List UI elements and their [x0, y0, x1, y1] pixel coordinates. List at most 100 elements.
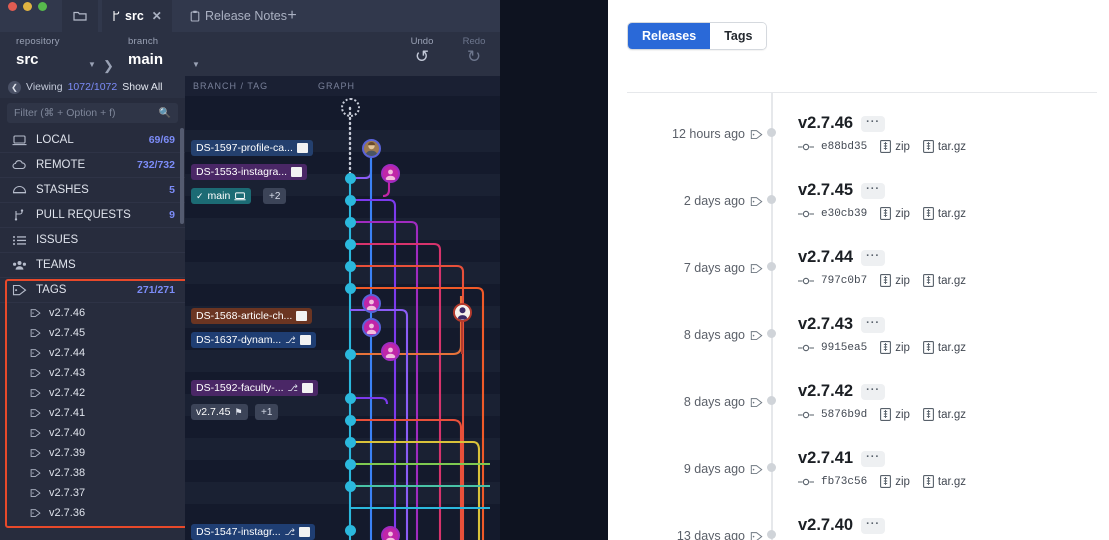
- sidebar-item-remote[interactable]: REMOTE 732/732: [0, 153, 185, 178]
- release-title[interactable]: v2.7.43 ···: [798, 315, 886, 334]
- commit-node[interactable]: [344, 348, 356, 360]
- tab-releases[interactable]: Releases: [628, 23, 711, 49]
- graph-branch-chip[interactable]: DS-1568-article-ch...: [191, 308, 313, 324]
- commit-node[interactable]: [344, 524, 356, 536]
- release-asset-tar-gz[interactable]: tar.gz: [922, 475, 966, 488]
- release-title[interactable]: v2.7.45 ···: [798, 181, 886, 200]
- commit-avatar-node[interactable]: [362, 294, 381, 313]
- release-commit-hash[interactable]: 9915ea5: [821, 342, 867, 354]
- sidebar-item-pull-requests[interactable]: PULL REQUESTS 9: [0, 203, 185, 228]
- commit-node[interactable]: [344, 172, 356, 184]
- release-asset-tar-gz[interactable]: tar.gz: [922, 207, 966, 220]
- release-more-button[interactable]: ···: [861, 115, 886, 132]
- commit-avatar-node[interactable]: [362, 139, 381, 158]
- sidebar-scrollbar[interactable]: [180, 128, 184, 224]
- commit-node[interactable]: [344, 480, 356, 492]
- release-title[interactable]: v2.7.41 ···: [798, 449, 886, 468]
- commit-avatar-node[interactable]: [381, 342, 400, 361]
- release-title[interactable]: v2.7.46 ···: [798, 114, 886, 133]
- sidebar-tag-item[interactable]: v2.7.39: [0, 443, 185, 463]
- sidebar-item-stashes[interactable]: STASHES 5: [0, 178, 185, 203]
- graph-branch-chip[interactable]: DS-1597-profile-ca...: [191, 140, 313, 156]
- graph-branch-chip[interactable]: ✓ main: [191, 188, 252, 204]
- release-title[interactable]: v2.7.44 ···: [798, 248, 886, 267]
- release-asset-zip[interactable]: zip: [880, 475, 910, 488]
- close-icon[interactable]: ✕: [152, 9, 162, 23]
- sidebar-tag-item[interactable]: v2.7.45: [0, 323, 185, 343]
- undo-button[interactable]: Undo ↺: [404, 36, 440, 67]
- release-commit-hash[interactable]: e88bd35: [821, 141, 867, 153]
- graph-branch-chip[interactable]: DS-1637-dynam... ⎇: [191, 332, 316, 348]
- release-commit-hash[interactable]: e30cb39: [821, 208, 867, 220]
- graph-extra-refs-badge[interactable]: +2: [263, 188, 287, 204]
- graph-branch-chip[interactable]: DS-1547-instagr... ⎇: [191, 524, 316, 540]
- commit-node[interactable]: [344, 238, 356, 250]
- release-more-button[interactable]: ···: [861, 182, 886, 199]
- branch-chevron-down-icon[interactable]: ▼: [192, 60, 200, 69]
- sidebar-tag-item[interactable]: v2.7.38: [0, 463, 185, 483]
- pending-commit-node[interactable]: [341, 98, 360, 117]
- release-more-button[interactable]: ···: [861, 249, 886, 266]
- repository-chevron-down-icon[interactable]: ▼: [88, 60, 96, 69]
- release-more-button[interactable]: ···: [861, 450, 886, 467]
- sidebar-item-teams[interactable]: TEAMS: [0, 253, 185, 278]
- release-commit-hash[interactable]: 5876b9d: [821, 409, 867, 421]
- sidebar-tag-item[interactable]: v2.7.46: [0, 303, 185, 323]
- sidebar-tag-item[interactable]: v2.7.36: [0, 503, 185, 523]
- sidebar-tag-item[interactable]: v2.7.42: [0, 383, 185, 403]
- commit-avatar-node[interactable]: [362, 318, 381, 337]
- sidebar-item-local[interactable]: LOCAL 69/69: [0, 128, 185, 153]
- release-asset-zip[interactable]: zip: [880, 274, 910, 287]
- filter-input[interactable]: Filter (⌘ + Option + f) 🔍: [7, 103, 178, 123]
- commit-node[interactable]: [344, 216, 356, 228]
- graph-branch-chip[interactable]: DS-1592-faculty-... ⎇: [191, 380, 318, 396]
- tab-src[interactable]: src ✕: [102, 0, 172, 32]
- release-asset-zip[interactable]: zip: [880, 341, 910, 354]
- minimize-window-icon[interactable]: [23, 2, 32, 11]
- commit-avatar-node[interactable]: [381, 526, 400, 540]
- release-asset-tar-gz[interactable]: tar.gz: [922, 274, 966, 287]
- commit-node[interactable]: [344, 458, 356, 470]
- show-all-button[interactable]: Show All: [122, 81, 162, 93]
- search-icon[interactable]: 🔍: [159, 108, 171, 119]
- window-controls[interactable]: [8, 2, 47, 11]
- commit-node[interactable]: [344, 260, 356, 272]
- sidebar-tag-item[interactable]: v2.7.43: [0, 363, 185, 383]
- sidebar-tag-item[interactable]: v2.7.40: [0, 423, 185, 443]
- back-icon[interactable]: ❮: [8, 80, 21, 94]
- release-commit-hash[interactable]: 797c0b7: [821, 275, 867, 287]
- release-asset-zip[interactable]: zip: [880, 140, 910, 153]
- release-title[interactable]: v2.7.40 ···: [798, 516, 886, 535]
- release-more-button[interactable]: ···: [861, 383, 886, 400]
- release-asset-tar-gz[interactable]: tar.gz: [922, 140, 966, 153]
- redo-button[interactable]: Redo ↻: [456, 36, 492, 67]
- commit-node[interactable]: [344, 194, 356, 206]
- commit-avatar-node[interactable]: [453, 303, 472, 322]
- commit-node[interactable]: [344, 414, 356, 426]
- commit-avatar-node[interactable]: [381, 164, 400, 183]
- release-asset-zip[interactable]: zip: [880, 207, 910, 220]
- repository-selector[interactable]: repository src: [16, 36, 60, 68]
- sidebar-tag-item[interactable]: v2.7.37: [0, 483, 185, 503]
- new-tab-button[interactable]: +: [277, 0, 307, 32]
- commit-node[interactable]: [344, 436, 356, 448]
- release-title[interactable]: v2.7.42 ···: [798, 382, 886, 401]
- graph-tag-chip[interactable]: v2.7.45 ⚑: [191, 404, 248, 420]
- graph-extra-refs-badge[interactable]: +1: [255, 404, 279, 420]
- close-window-icon[interactable]: [8, 2, 17, 11]
- maximize-window-icon[interactable]: [38, 2, 47, 11]
- release-more-button[interactable]: ···: [861, 316, 886, 333]
- sidebar-item-issues[interactable]: ISSUES: [0, 228, 185, 253]
- branch-selector[interactable]: branch main: [128, 36, 163, 68]
- release-asset-tar-gz[interactable]: tar.gz: [922, 408, 966, 421]
- commit-node[interactable]: [344, 282, 356, 294]
- release-more-button[interactable]: ···: [861, 517, 886, 534]
- commit-node[interactable]: [344, 392, 356, 404]
- sidebar-tag-item[interactable]: v2.7.44: [0, 343, 185, 363]
- release-commit-hash[interactable]: fb73c56: [821, 476, 867, 488]
- release-asset-zip[interactable]: zip: [880, 408, 910, 421]
- graph-branch-chip[interactable]: DS-1553-instagra...: [191, 164, 308, 180]
- release-asset-tar-gz[interactable]: tar.gz: [922, 341, 966, 354]
- sidebar-tag-item[interactable]: v2.7.41: [0, 403, 185, 423]
- tab-tags[interactable]: Tags: [710, 23, 767, 49]
